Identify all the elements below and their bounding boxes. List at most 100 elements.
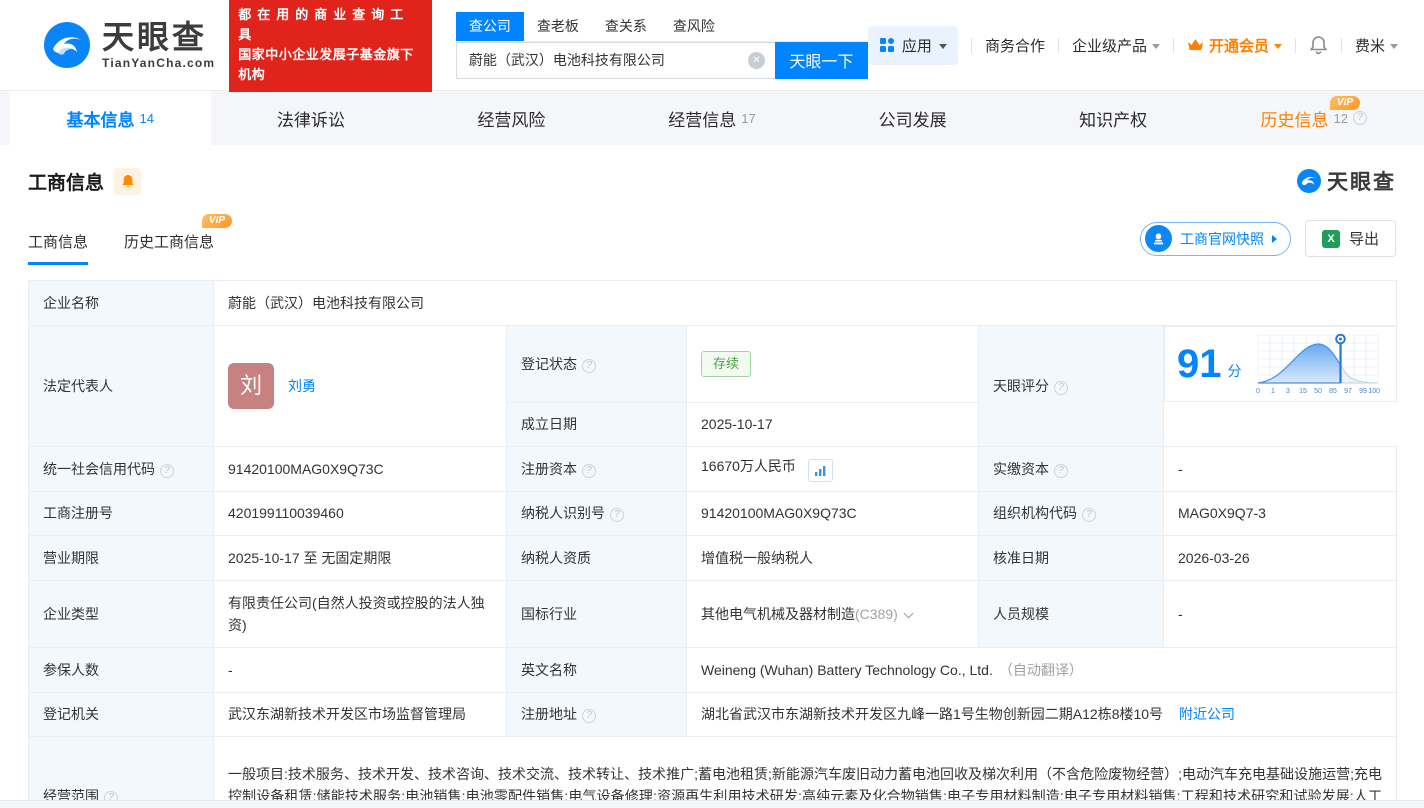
field-value-company-type: 有限责任公司(自然人投资或控股的法人独资) bbox=[214, 580, 507, 647]
legal-rep-avatar[interactable]: 刘 bbox=[228, 363, 274, 409]
tab-basic-info[interactable]: 基本信息 14 bbox=[10, 91, 211, 145]
nav-divider bbox=[1058, 38, 1059, 53]
help-icon[interactable] bbox=[610, 508, 624, 522]
vip-badge: VIP bbox=[202, 214, 232, 228]
field-label-taxpayer-quality: 纳税人资质 bbox=[507, 535, 687, 580]
tab-history-info[interactable]: VIP 历史信息 12 bbox=[1213, 91, 1414, 145]
nav-cooperation[interactable]: 商务合作 bbox=[985, 35, 1045, 56]
table-row: 法定代表人 刘 刘勇 登记状态 存续 天眼评分 91 分 bbox=[29, 326, 1397, 403]
table-row: 登记机关 武汉东湖新技术开发区市场监督管理局 注册地址 湖北省武汉市东湖新技术开… bbox=[29, 692, 1397, 736]
help-icon[interactable] bbox=[1054, 464, 1068, 478]
registration-subtabs: 工商信息 VIP 历史工商信息 工商官网快照 导出 bbox=[28, 220, 1396, 265]
crown-icon bbox=[1187, 38, 1204, 52]
field-label-english-name: 英文名称 bbox=[507, 647, 687, 692]
nav-divider bbox=[1341, 38, 1342, 53]
nav-divider bbox=[1295, 38, 1296, 53]
nav-divider bbox=[1173, 38, 1174, 53]
top-navigation: 应用 商务合作 企业级产品 开通会员 费米 bbox=[868, 26, 1398, 65]
help-icon[interactable] bbox=[582, 464, 596, 478]
field-label-industry: 国标行业 bbox=[507, 580, 687, 647]
subscribe-bell-button[interactable] bbox=[114, 168, 141, 195]
field-label-reg-capital: 注册资本 bbox=[507, 446, 687, 491]
field-value-reg-authority: 武汉东湖新技术开发区市场监督管理局 bbox=[214, 692, 507, 736]
tab-count: 17 bbox=[741, 111, 755, 126]
tab-company-development[interactable]: 公司发展 bbox=[812, 91, 1013, 145]
field-value-credit-code: 91420100MAG0X9Q73C bbox=[214, 446, 507, 491]
arrow-right-icon bbox=[1272, 235, 1277, 243]
apps-grid-icon bbox=[879, 37, 895, 53]
field-value-reg-status: 存续 bbox=[687, 326, 979, 403]
table-row: 营业期限 2025-10-17 至 无固定期限 纳税人资质 增值税一般纳税人 核… bbox=[29, 535, 1397, 580]
search-tab-risk[interactable]: 查风险 bbox=[660, 12, 728, 41]
field-value-taxpayer-quality: 增值税一般纳税人 bbox=[687, 535, 979, 580]
svg-text:0: 0 bbox=[1256, 388, 1260, 395]
main-content: 工商信息 天眼查 工商信息 VIP 历史工商信息 bbox=[0, 166, 1424, 808]
field-label-business-scope: 经营范围 bbox=[29, 736, 214, 808]
official-snapshot-button[interactable]: 工商官网快照 bbox=[1140, 222, 1291, 256]
field-value-staff-size: - bbox=[1164, 580, 1397, 647]
promo-banner: 都在用的商业查询工具 国家中小企业发展子基金旗下机构 bbox=[229, 0, 432, 92]
table-row: 工商注册号 420199110039460 纳税人识别号 91420100MAG… bbox=[29, 491, 1397, 535]
table-row: 经营范围 一般项目:技术服务、技术开发、技术咨询、技术交流、技术转让、技术推广;… bbox=[29, 736, 1397, 808]
user-menu[interactable]: 费米 bbox=[1355, 35, 1398, 56]
notifications-bell-icon[interactable] bbox=[1309, 35, 1328, 55]
field-label-staff-size: 人员规模 bbox=[979, 580, 1164, 647]
field-value-approval-date: 2026-03-26 bbox=[1164, 535, 1397, 580]
export-button[interactable]: 导出 bbox=[1305, 220, 1396, 257]
search-tab-relations[interactable]: 查关系 bbox=[592, 12, 660, 41]
next-section-divider bbox=[0, 800, 1424, 808]
legal-rep-link[interactable]: 刘勇 bbox=[288, 375, 316, 397]
search-input[interactable] bbox=[456, 42, 775, 79]
help-icon[interactable] bbox=[1082, 508, 1096, 522]
promo-line2: 国家中小企业发展子基金旗下机构 bbox=[238, 45, 423, 85]
capital-chart-icon[interactable] bbox=[808, 459, 833, 482]
help-icon[interactable] bbox=[582, 709, 596, 723]
industry-code: (C389) bbox=[855, 606, 898, 622]
tianyancha-logo-icon bbox=[44, 22, 90, 68]
svg-text:100: 100 bbox=[1368, 388, 1380, 395]
tab-intellectual-property[interactable]: 知识产权 bbox=[1013, 91, 1214, 145]
search-tab-company[interactable]: 查公司 bbox=[456, 12, 524, 41]
field-label-paid-capital: 实缴资本 bbox=[979, 446, 1164, 491]
search-tabs: 查公司 查老板 查关系 查风险 bbox=[456, 12, 868, 42]
nav-enterprise-products[interactable]: 企业级产品 bbox=[1072, 35, 1160, 56]
search-tab-boss[interactable]: 查老板 bbox=[524, 12, 592, 41]
excel-icon bbox=[1322, 230, 1340, 248]
field-value-company-name: 蔚能（武汉）电池科技有限公司 bbox=[214, 281, 1397, 326]
field-value-org-code: MAG0X9Q7-3 bbox=[1164, 491, 1397, 535]
nearby-companies-link[interactable]: 附近公司 bbox=[1179, 706, 1235, 722]
tab-legal-proceedings[interactable]: 法律诉讼 bbox=[211, 91, 412, 145]
table-row: 企业类型 有限责任公司(自然人投资或控股的法人独资) 国标行业 其他电气机械及器… bbox=[29, 580, 1397, 647]
chevron-down-icon bbox=[939, 44, 947, 49]
apps-menu[interactable]: 应用 bbox=[868, 26, 958, 65]
chevron-down-icon[interactable] bbox=[903, 608, 913, 618]
field-label-insured-count: 参保人数 bbox=[29, 647, 214, 692]
field-label-est-date: 成立日期 bbox=[507, 402, 687, 446]
subtab-business-registration[interactable]: 工商信息 bbox=[28, 231, 88, 265]
help-icon[interactable] bbox=[1054, 381, 1068, 395]
subtab-history-registration[interactable]: VIP 历史工商信息 bbox=[124, 231, 214, 265]
chevron-down-icon bbox=[1274, 44, 1282, 49]
field-label-reg-address: 注册地址 bbox=[507, 692, 687, 736]
field-label-reg-number: 工商注册号 bbox=[29, 491, 214, 535]
vip-upgrade-link[interactable]: 开通会员 bbox=[1187, 35, 1282, 56]
score-value: 91 bbox=[1177, 344, 1222, 384]
watermark-logo: 天眼查 bbox=[1297, 166, 1396, 196]
help-icon[interactable] bbox=[582, 359, 596, 373]
apps-label: 应用 bbox=[902, 35, 932, 56]
tab-business-info[interactable]: 经营信息 17 bbox=[612, 91, 813, 145]
site-header: 天眼查 TianYanCha.com 都在用的商业查询工具 国家中小企业发展子基… bbox=[0, 0, 1424, 90]
tianyancha-logo-icon bbox=[1297, 169, 1321, 193]
help-icon[interactable] bbox=[1353, 111, 1367, 125]
field-value-english-name: Weineng (Wuhan) Battery Technology Co., … bbox=[687, 647, 1397, 692]
tab-operational-risk[interactable]: 经营风险 bbox=[411, 91, 612, 145]
search-button[interactable]: 天眼一下 bbox=[775, 42, 868, 79]
tianyancha-logo[interactable]: 天眼查 TianYanCha.com bbox=[44, 21, 215, 69]
stamp-icon bbox=[1145, 225, 1172, 252]
business-registration-table: 企业名称 蔚能（武汉）电池科技有限公司 法定代表人 刘 刘勇 登记状态 存续 天… bbox=[28, 280, 1397, 808]
clear-search-icon[interactable] bbox=[748, 52, 765, 69]
vip-badge: VIP bbox=[1330, 96, 1360, 110]
field-value-taxpayer-id: 91420100MAG0X9Q73C bbox=[687, 491, 979, 535]
field-label-company-type: 企业类型 bbox=[29, 580, 214, 647]
help-icon[interactable] bbox=[160, 464, 174, 478]
